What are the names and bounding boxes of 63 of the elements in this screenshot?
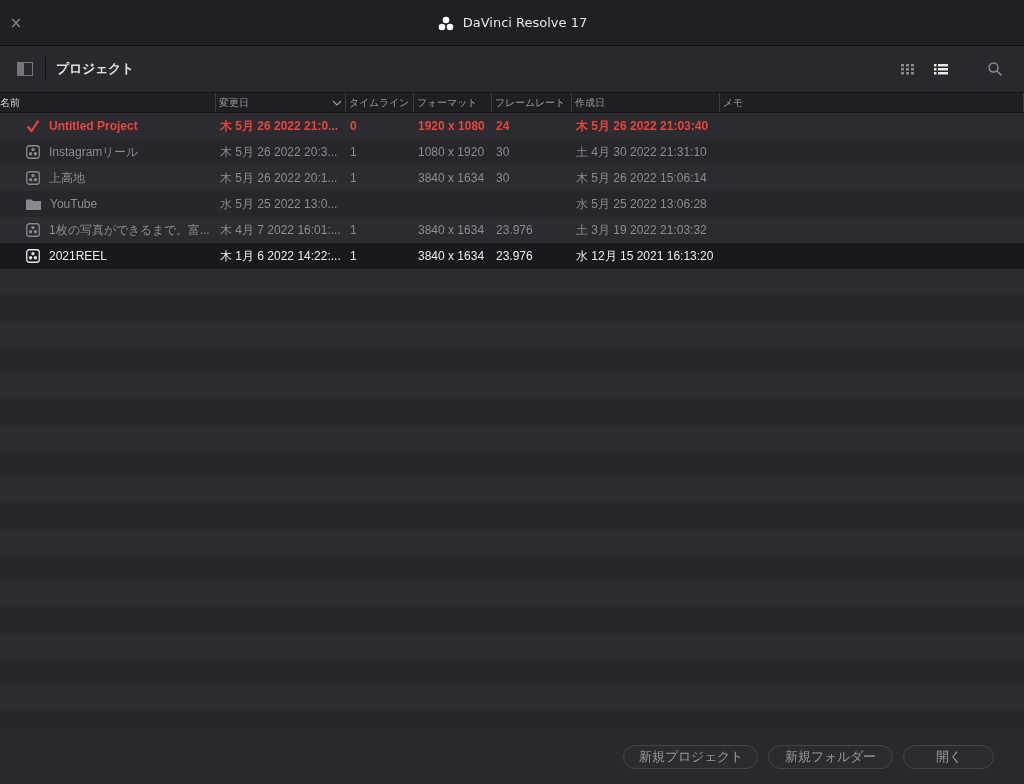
- table-cell: 木 5月 26 2022 21:03:40: [576, 117, 709, 135]
- sidebar-toggle-icon[interactable]: [17, 62, 33, 76]
- table-row[interactable]: 2021REEL 木 1月 6 2022 14:22:... 1 3840 x 1634 23.976 水 12月 15 2021 16:13:20: [0, 243, 1024, 269]
- project-icon: [26, 171, 40, 185]
- table-row[interactable]: 上高地 木 5月 26 2022 20:1... 1 3840 x 1634 30 木 5月 26 2022 15:06:14: [0, 165, 1024, 191]
- table-row[interactable]: 1枚の写真ができるまで。富... 木 4月 7 2022 16:01:... 1 3840 x 1634 23.976 土 3月 19 2022 21:03:32: [0, 217, 1024, 243]
- table-row[interactable]: YouTube 水 5月 25 2022 13:0... 水 5月 25 2022 13:06:28: [0, 191, 1024, 217]
- table-cell: 1080 x 1920: [418, 145, 485, 159]
- table-cell: 水 5月 25 2022 13:0...: [220, 195, 338, 213]
- logo-icon: [436, 14, 455, 31]
- column-header[interactable]: メモ: [720, 93, 1024, 112]
- table-cell: 木 5月 26 2022 15:06:14: [576, 169, 707, 187]
- grid-view-icon[interactable]: [901, 63, 915, 75]
- project-name: 1枚の写真ができるまで。富...: [49, 221, 210, 239]
- table-cell: 土 4月 30 2022 21:31:10: [576, 143, 707, 161]
- table-cell: 木 5月 26 2022 21:0...: [220, 117, 339, 135]
- project-name: 上高地: [49, 169, 85, 187]
- table-cell: 1920 x 1080: [418, 119, 485, 133]
- table-cell: 24: [496, 119, 510, 133]
- column-header[interactable]: タイムライン: [346, 93, 414, 112]
- open-button[interactable]: 開く: [903, 745, 994, 769]
- panel-title: プロジェクト: [56, 60, 134, 78]
- table-cell: 30: [496, 171, 510, 185]
- table-cell: 土 3月 19 2022 21:03:32: [576, 221, 707, 239]
- table-cell: 1: [350, 249, 357, 263]
- table-cell: 1: [350, 223, 357, 237]
- table-cell: 木 4月 7 2022 16:01:...: [220, 221, 341, 239]
- project-name: Untitled Project: [49, 119, 138, 133]
- column-header[interactable]: 変更日: [216, 93, 346, 112]
- table-cell: 水 5月 25 2022 13:06:28: [576, 195, 707, 213]
- checkmark-icon: [26, 119, 40, 133]
- table-cell: 3840 x 1634: [418, 223, 485, 237]
- table-cell: 1: [350, 171, 357, 185]
- close-button[interactable]: ×: [0, 10, 32, 35]
- project-name: YouTube: [50, 197, 98, 211]
- column-header[interactable]: フォーマット: [414, 93, 492, 112]
- table-cell: 1: [350, 145, 357, 159]
- table-cell: 0: [350, 119, 357, 133]
- table-cell: 木 1月 6 2022 14:22:...: [220, 247, 341, 265]
- new-folder-button[interactable]: 新規フォルダー: [768, 745, 893, 769]
- table-cell: 30: [496, 145, 510, 159]
- table-row[interactable]: Untitled Project 木 5月 26 2022 21:0... 0 1920 x 1080 24 木 5月 26 2022 21:03:40: [0, 113, 1024, 139]
- table-cell: 23.976: [496, 249, 533, 263]
- new-project-button[interactable]: 新規プロジェクト: [623, 745, 758, 769]
- window-title: DaVinci Resolve 17: [462, 15, 588, 30]
- table-row[interactable]: Instagramリール 木 5月 26 2022 20:3... 1 1080 x 1920 30 土 4月 30 2022 21:31:10: [0, 139, 1024, 165]
- table-cell: 木 5月 26 2022 20:1...: [220, 169, 338, 187]
- table-cell: 木 5月 26 2022 20:3...: [220, 143, 338, 161]
- table-cell: 水 12月 15 2021 16:13:20: [576, 247, 714, 265]
- column-header[interactable]: 名前: [0, 93, 216, 112]
- project-name: 2021REEL: [49, 249, 108, 263]
- project-icon: [26, 249, 40, 263]
- column-header[interactable]: フレームレート: [492, 93, 572, 112]
- table-cell: 23.976: [496, 223, 533, 237]
- column-header[interactable]: 作成日: [572, 93, 720, 112]
- table-cell: 3840 x 1634: [418, 249, 485, 263]
- table-cell: 3840 x 1634: [418, 171, 485, 185]
- search-icon[interactable]: [988, 62, 1002, 76]
- project-icon: [26, 223, 40, 237]
- folder-icon: [26, 198, 41, 210]
- list-view-icon[interactable]: [934, 63, 948, 75]
- project-name: Instagramリール: [49, 143, 139, 161]
- project-icon: [26, 145, 40, 159]
